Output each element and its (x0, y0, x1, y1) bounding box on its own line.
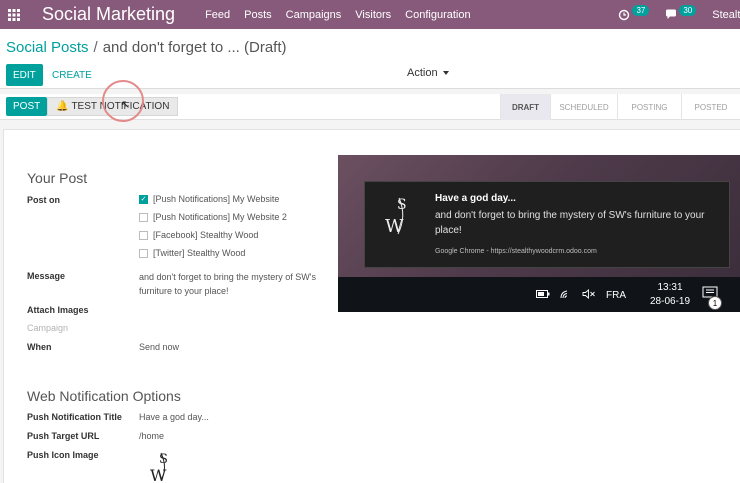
checkbox-icon[interactable] (139, 230, 148, 240)
user-menu[interactable]: Stealthy (712, 9, 740, 21)
your-post-heading: Your Post (27, 170, 88, 186)
stage-posting: POSTING (617, 94, 681, 120)
create-button[interactable]: CREATE (52, 64, 92, 86)
account-label: [Twitter] Stealthy Wood (153, 248, 246, 258)
attach-images-label: Attach Images (27, 305, 89, 315)
apps-menu-icon[interactable] (0, 0, 28, 29)
stage-draft: DRAFT (500, 94, 550, 120)
notification-body: and don't forget to bring the mystery of… (435, 210, 705, 236)
volume-muted-icon (582, 289, 595, 299)
breadcrumb-parent-link[interactable]: Social Posts (6, 39, 89, 56)
windows-taskbar: FRA 13:31 28-06-19 1 (338, 277, 740, 312)
account-option[interactable]: [Push Notifications] My Website 2 (139, 212, 287, 222)
systray: 37 30 Stealthy (618, 0, 740, 29)
notification-preview-image: S W Have a god day... and don't forget t… (338, 155, 740, 312)
breadcrumb-current: and don't forget to ... (Draft) (102, 39, 287, 56)
wifi-icon (560, 290, 568, 299)
main-menu: Feed Posts Campaigns Visitors Configurat… (205, 9, 471, 21)
stage-posted: POSTED (681, 94, 740, 120)
push-url-value: /home (139, 431, 165, 441)
post-on-label: Post on (27, 195, 60, 205)
mouse-cursor-icon: ↖ (121, 99, 131, 111)
activity-menu[interactable]: 37 (618, 5, 650, 21)
menu-feed[interactable]: Feed (205, 9, 230, 21)
bell-icon: 🔔 (56, 101, 69, 112)
notification-source: Google Chrome - https://stealthywoodcrm.… (435, 248, 597, 255)
campaign-label: Campaign (27, 323, 69, 333)
checkbox-icon[interactable] (139, 248, 148, 258)
desktop-notification-card: S W Have a god day... and don't forget t… (364, 181, 730, 268)
menu-visitors[interactable]: Visitors (355, 9, 391, 21)
push-url-label: Push Target URL (27, 431, 100, 441)
push-icon-label: Push Icon Image (27, 450, 99, 460)
post-button[interactable]: POST (6, 97, 48, 116)
taskbar-date: 28-06-19 (650, 296, 691, 307)
sw-logo-icon: S W (385, 197, 407, 237)
account-label: [Push Notifications] My Website 2 (153, 212, 287, 222)
taskbar-language: FRA (606, 290, 626, 301)
when-label: When (27, 342, 52, 352)
sw-logo-icon: S W (150, 452, 168, 483)
menu-campaigns[interactable]: Campaigns (286, 9, 342, 21)
checkbox-checked-icon[interactable]: ✓ (139, 194, 148, 204)
action-center-badge: 1 (708, 296, 722, 310)
messages-count-badge: 30 (679, 5, 697, 16)
battery-icon (536, 290, 550, 298)
top-navbar: Social Marketing Feed Posts Campaigns Vi… (0, 0, 740, 29)
menu-configuration[interactable]: Configuration (405, 9, 470, 21)
action-dropdown[interactable]: Action (407, 67, 449, 79)
taskbar-tray-icons (536, 289, 596, 299)
account-option[interactable]: ✓ [Push Notifications] My Website (139, 194, 279, 204)
messaging-menu[interactable]: 30 (665, 5, 697, 20)
breadcrumb: Social Posts / and don't forget to ... (Dr… (6, 39, 287, 56)
menu-posts[interactable]: Posts (244, 9, 272, 21)
account-label: [Push Notifications] My Website (153, 194, 280, 204)
when-value: Send now (139, 342, 180, 352)
clock-icon (619, 9, 630, 20)
notification-title: Have a god day... (435, 193, 516, 204)
svg-text:W: W (385, 216, 404, 237)
push-title-value: Have a god day... (139, 412, 209, 422)
account-option[interactable]: [Facebook] Stealthy Wood (139, 230, 258, 240)
message-value: and don't forget to bring the mystery of… (139, 272, 317, 296)
checkbox-icon[interactable] (139, 212, 148, 222)
svg-text:W: W (150, 466, 167, 483)
taskbar-clock: 13:31 28-06-19 (650, 281, 690, 309)
taskbar-time: 13:31 (657, 282, 683, 293)
message-label: Message (27, 271, 66, 281)
stage-scheduled: SCHEDULED (550, 94, 617, 120)
edit-button[interactable]: EDIT (6, 64, 43, 86)
control-panel: Social Posts / and don't forget to ... (Dr… (0, 29, 740, 89)
stage-pipeline: DRAFT SCHEDULED POSTING POSTED (500, 94, 740, 120)
action-label: Action (407, 67, 438, 79)
caret-down-icon (442, 71, 449, 76)
chat-icon (666, 9, 677, 19)
breadcrumb-separator: / (93, 39, 98, 56)
web-notification-options-heading: Web Notification Options (27, 388, 181, 404)
account-option[interactable]: [Twitter] Stealthy Wood (139, 248, 245, 258)
account-label: [Facebook] Stealthy Wood (153, 230, 259, 240)
activity-count-badge: 37 (632, 5, 650, 16)
push-title-label: Push Notification Title (27, 412, 122, 422)
app-brand[interactable]: Social Marketing (42, 4, 175, 25)
